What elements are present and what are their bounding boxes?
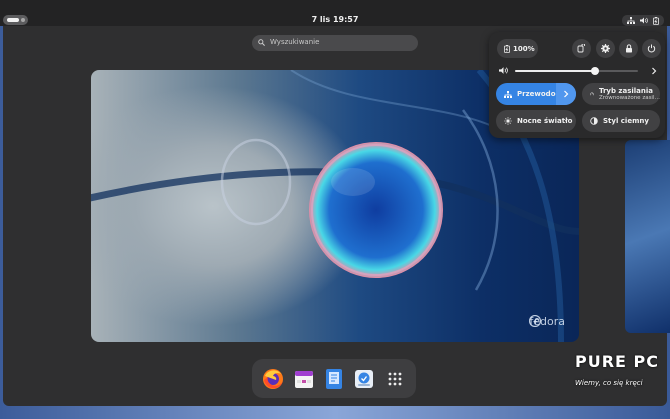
network-icon — [627, 17, 636, 24]
chevron-right-icon — [564, 90, 569, 98]
purepc-watermark: PURE PC Wiemy, co się kręci — [575, 352, 665, 392]
lock-button[interactable] — [619, 39, 638, 58]
quick-settings-menu: 100% Przewodo… Tryb zasilania Zrównoważo… — [489, 32, 665, 138]
power-mode-icon — [590, 92, 594, 96]
dash-app-text-editor[interactable] — [323, 368, 345, 390]
dark-style-toggle[interactable]: Styl ciemny — [582, 110, 660, 132]
system-tray[interactable] — [622, 15, 664, 26]
dash-app-calendar[interactable] — [293, 368, 315, 390]
software-icon — [355, 369, 374, 388]
firefox-icon — [263, 368, 284, 389]
power-mode-toggle[interactable]: Tryb zasilania Zrównoważone zasil… — [582, 83, 660, 105]
power-icon — [647, 44, 656, 53]
volume-icon — [639, 17, 648, 24]
clock[interactable]: 7 lis 19:57 — [0, 15, 670, 25]
watermark-tagline: Wiemy, co się kręci — [575, 379, 643, 387]
screenshot-button[interactable] — [572, 39, 591, 58]
chevron-right-icon[interactable] — [651, 67, 657, 75]
settings-icon — [601, 44, 610, 53]
dash-app-firefox[interactable] — [262, 368, 284, 390]
volume-slider-handle[interactable] — [590, 67, 599, 75]
screenshot-lock-icon — [577, 44, 586, 53]
battery-status-button[interactable]: 100% — [497, 39, 538, 58]
power-mode-label: Tryb zasilania — [598, 87, 654, 95]
adjacent-workspace-thumbnail[interactable] — [625, 140, 670, 333]
show-apps-button[interactable] — [384, 368, 406, 390]
lock-icon — [625, 44, 632, 53]
search-icon — [258, 39, 265, 46]
network-menu-button[interactable] — [556, 83, 576, 105]
watermark-title: PURE PC — [575, 352, 660, 371]
fedora-logo: fedora — [529, 315, 565, 328]
volume-slider-row — [499, 65, 659, 77]
volume-slider[interactable] — [515, 67, 638, 75]
battery-icon — [504, 44, 510, 53]
calendar-icon — [294, 370, 313, 388]
battery-icon — [652, 16, 659, 25]
night-light-icon — [504, 117, 512, 125]
night-light-toggle[interactable]: Nocne światło — [496, 110, 576, 132]
dark-style-icon — [590, 117, 598, 125]
fedora-icon — [529, 315, 542, 327]
power-mode-text: Tryb zasilania Zrównoważone zasil… — [599, 87, 660, 101]
settings-button[interactable] — [596, 39, 615, 58]
night-light-label: Nocne światło — [517, 117, 573, 125]
app-grid-icon — [388, 372, 402, 385]
power-button[interactable] — [642, 39, 661, 58]
dash — [252, 359, 416, 398]
dash-app-software[interactable] — [353, 368, 375, 390]
network-toggle[interactable]: Przewodo… — [496, 83, 576, 105]
power-mode-sublabel: Zrównoważone zasil… — [598, 95, 660, 101]
network-icon — [504, 90, 512, 98]
text-editor-icon — [325, 368, 342, 389]
volume-icon — [499, 67, 508, 74]
volume-slider-fill — [515, 70, 595, 72]
search-placeholder: Wyszukiwanie — [270, 38, 320, 46]
dark-style-label: Styl ciemny — [603, 117, 649, 125]
search-input[interactable]: Wyszukiwanie — [252, 35, 418, 51]
battery-percent: 100% — [513, 44, 535, 53]
